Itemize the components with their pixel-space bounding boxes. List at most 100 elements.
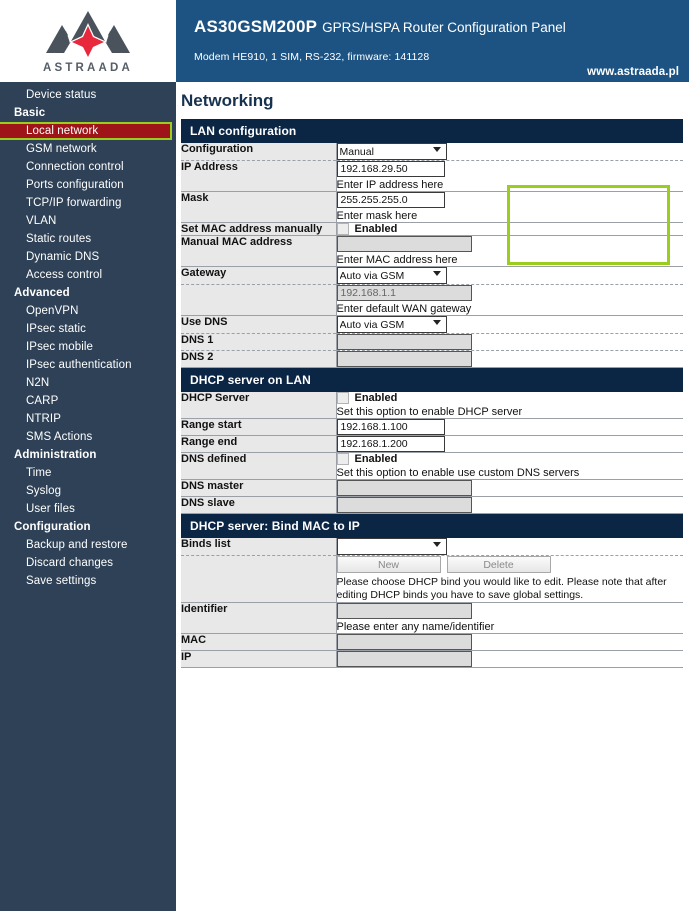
sidebar-group-administration: Administration [14,449,97,461]
value-ip-address: Enter IP address here [336,160,683,192]
sidebar-group-advanced: Advanced [14,287,70,299]
value-bind-actions: New Delete Please choose DHCP bind you wo… [336,555,683,603]
sidebar-item-ipsec-authentication[interactable]: IPsec authentication [0,356,176,374]
label-dhcp-server: DHCP Server [181,392,337,419]
sidebar-item-ntrip[interactable]: NTRIP [0,410,176,428]
sidebar-item-n2n[interactable]: N2N [0,374,176,392]
label-identifier: Identifier [181,602,337,634]
label-manual-mac-address: Manual MAC address [181,235,337,267]
sidebar-item-dynamic-dns[interactable]: Dynamic DNS [0,248,176,266]
value-configuration: Manual [336,143,683,161]
row-dns-defined: DNS defined Enabled Set this option to e… [181,452,683,480]
dns2-input[interactable] [336,351,472,367]
sidebar-item-ipsec-static[interactable]: IPsec static [0,320,176,338]
mask-input[interactable] [336,192,445,208]
delete-bind-button[interactable]: Delete [446,556,551,573]
sidebar-group-basic: Basic [14,107,46,119]
dhcp-server-table: DHCP Server Enabled Set this option to e… [181,392,683,514]
sidebar-item-device-status[interactable]: Device status [0,86,176,104]
label-dns2: DNS 2 [181,350,337,368]
row-use-dns: Use DNS Auto via GSM [181,315,683,334]
sidebar-item-tcpip-forwarding[interactable]: TCP/IP forwarding [0,194,176,212]
sidebar-item-save-settings[interactable]: Save settings [0,572,176,590]
sidebar-item-vlan[interactable]: VLAN [0,212,176,230]
hint-ip-address: Enter IP address here [336,179,444,191]
sidebar-item-syslog[interactable]: Syslog [0,482,176,500]
value-dns2 [336,350,683,368]
modem-info: Modem HE910, 1 SIM, RS-232, firmware: 14… [194,51,430,63]
configuration-select[interactable]: Manual [336,143,447,160]
sidebar-item-sms-actions[interactable]: SMS Actions [0,428,176,446]
ip-bind-input[interactable] [336,651,472,667]
sidebar-group-configuration: Configuration [14,521,91,533]
value-use-dns: Auto via GSM [336,315,683,334]
value-dns-master [336,479,683,497]
set-mac-manually-checkbox[interactable] [336,223,349,235]
label-ip: IP [181,650,337,668]
range-end-input[interactable] [336,436,445,452]
sidebar-item-discard-changes[interactable]: Discard changes [0,554,176,572]
label-mac: MAC [181,633,337,651]
value-dns-defined: Enabled Set this option to enable use cu… [336,452,683,480]
label-use-dns: Use DNS [181,315,337,334]
label-range-end: Range end [181,435,337,453]
hint-manual-mac-address: Enter MAC address here [336,254,458,266]
label-set-mac-manually: Set MAC address manually [181,222,337,236]
mac-input[interactable] [336,634,472,650]
new-bind-button[interactable]: New [336,556,441,573]
use-dns-select[interactable]: Auto via GSM [336,316,447,333]
header-title-line: AS30GSM200P GPRS/HSPA Router Configuratio… [194,17,689,37]
dns1-input[interactable] [336,334,472,350]
row-gateway: Gateway Auto via GSM [181,266,683,285]
manual-mac-address-input[interactable] [336,236,472,252]
sidebar: ASTRAADA Device status Basic Local netwo… [0,0,176,911]
label-mask: Mask [181,191,337,223]
sidebar-item-backup-and-restore[interactable]: Backup and restore [0,536,176,554]
label-gateway: Gateway [181,266,337,285]
binds-list-select[interactable] [336,538,447,555]
sidebar-item-openvpn[interactable]: OpenVPN [0,302,176,320]
sidebar-item-time[interactable]: Time [0,464,176,482]
identifier-input[interactable] [336,603,472,619]
section-header-lan: LAN configuration [181,119,683,143]
row-mask: Mask Enter mask here [181,191,683,223]
ip-address-input[interactable] [336,161,445,177]
row-mac: MAC [181,633,683,651]
sidebar-nav: Device status Basic Local network GSM ne… [0,82,176,911]
row-identifier: Identifier Please enter any name/identif… [181,602,683,634]
row-range-end: Range end [181,435,683,453]
astraada-logo-icon [46,10,130,60]
value-binds-list [336,538,683,556]
sidebar-item-user-files[interactable]: User files [0,500,176,518]
row-dns1: DNS 1 [181,333,683,351]
row-set-mac-manually: Set MAC address manually Enabled [181,222,683,236]
value-dns-slave [336,496,683,514]
sidebar-item-static-routes[interactable]: Static routes [0,230,176,248]
label-bind-actions-spacer [181,555,337,603]
sidebar-item-ipsec-mobile[interactable]: IPsec mobile [0,338,176,356]
gateway-select[interactable]: Auto via GSM [336,267,447,284]
range-start-input[interactable] [336,419,445,435]
dhcp-server-checkbox[interactable] [336,392,349,404]
website-link[interactable]: www.astraada.pl [587,66,679,78]
sidebar-item-local-network[interactable]: Local network [0,122,172,140]
dns-defined-checkbox-label: Enabled [354,453,398,465]
row-manual-mac-address: Manual MAC address Enter MAC address her… [181,235,683,267]
app-header: AS30GSM200P GPRS/HSPA Router Configuratio… [176,0,689,82]
section-header-dhcp: DHCP server on LAN [181,368,683,392]
gateway-ip-input[interactable] [336,285,472,301]
sidebar-item-access-control[interactable]: Access control [0,266,176,284]
dns-master-input[interactable] [336,480,472,496]
lan-configuration-table: Configuration Manual IP Address 192.168.… [181,143,683,368]
sidebar-item-ports-configuration[interactable]: Ports configuration [0,176,176,194]
sidebar-item-carp[interactable]: CARP [0,392,176,410]
dns-defined-checkbox[interactable] [336,453,349,465]
value-mask: Enter mask here [336,191,683,223]
value-dns1 [336,333,683,351]
product-subtitle: GPRS/HSPA Router Configuration Panel [322,20,566,35]
hint-dhcp-server: Set this option to enable DHCP server [336,406,523,418]
label-dns1: DNS 1 [181,333,337,351]
dns-slave-input[interactable] [336,497,472,513]
sidebar-item-gsm-network[interactable]: GSM network [0,140,176,158]
sidebar-item-connection-control[interactable]: Connection control [0,158,176,176]
